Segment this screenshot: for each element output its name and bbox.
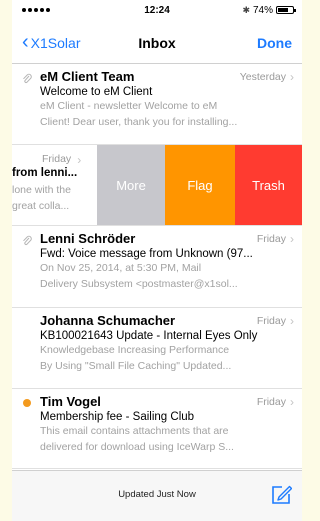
message-row-swiped[interactable]: Friday › from lenni... lone with the gre… xyxy=(12,145,302,226)
message-subject: Fwd: Voice message from Unknown (97... xyxy=(40,248,253,260)
message-preview-line-1: eM Client - newsletter Welcome to eM xyxy=(40,100,218,112)
chevron-right-icon: › xyxy=(290,394,294,409)
message-preview-line-1: On Nov 25, 2014, at 5:30 PM, Mail xyxy=(40,262,202,274)
message-row[interactable]: eM Client Team Yesterday › Welcome to eM… xyxy=(12,64,302,145)
message-preview-line-1: This email contains attachments that are xyxy=(40,425,229,437)
bottom-toolbar: Updated Just Now xyxy=(12,470,302,521)
message-preview-line-2: delivered for download using IceWarp S..… xyxy=(40,441,234,453)
done-button[interactable]: Done xyxy=(257,35,292,51)
message-date: Friday › xyxy=(256,231,294,246)
message-preview-line-1: Knowledgebase Increasing Performance xyxy=(40,344,230,356)
message-content: eM Client Team Yesterday › Welcome to eM… xyxy=(40,69,294,130)
sender-name: Lenni Schröder xyxy=(40,231,136,246)
message-row[interactable]: Tim Vogel Friday › Membership fee - Sail… xyxy=(12,389,302,469)
sender-name: eM Client Team xyxy=(40,69,135,84)
status-time: 12:24 xyxy=(144,4,170,16)
message-content: Lenni Schröder Friday › Fwd: Voice messa… xyxy=(40,231,294,292)
battery-fill xyxy=(278,8,289,12)
message-subject: Welcome to eM Client xyxy=(40,86,153,98)
attachment-icon xyxy=(23,73,32,84)
message-date: Friday › xyxy=(42,153,82,167)
message-preview-line-2: Client! Dear user, thank you for install… xyxy=(40,116,238,128)
sender-name: from lenni... xyxy=(12,167,78,179)
message-preview-line-2: By Using "Small File Caching" Updated... xyxy=(40,360,232,372)
message-subject: Membership fee - Sailing Club xyxy=(40,411,195,423)
battery-icon xyxy=(276,6,296,14)
unread-dot-icon xyxy=(23,399,31,407)
message-list: eM Client Team Yesterday › Welcome to eM… xyxy=(12,64,302,469)
message-preview-line-2: great colla... xyxy=(12,200,70,212)
message-row[interactable]: Johanna Schumacher Friday › KB100021643 … xyxy=(12,308,302,389)
battery-percent: 74% xyxy=(252,4,273,16)
message-row[interactable]: Lenni Schröder Friday › Fwd: Voice messa… xyxy=(12,226,302,308)
bluetooth-icon: ✱ xyxy=(242,4,250,15)
chevron-left-icon: ‹ xyxy=(22,30,29,53)
more-action-button[interactable]: More xyxy=(97,145,165,225)
chevron-right-icon: › xyxy=(290,69,294,84)
message-preview-line-1: lone with the xyxy=(12,184,71,196)
page-title: Inbox xyxy=(138,34,176,51)
status-right: ✱ 74% xyxy=(242,4,296,16)
chevron-right-icon: › xyxy=(77,153,82,167)
swiped-message-content: Friday › from lenni... lone with the gre… xyxy=(12,145,94,225)
message-date: Yesterday › xyxy=(239,69,294,84)
back-button-label: X1Solar xyxy=(30,34,81,51)
status-bar: 12:24 ✱ 74% xyxy=(12,0,302,20)
flag-action-button[interactable]: Flag xyxy=(165,145,235,225)
trash-action-button[interactable]: Trash xyxy=(235,145,302,225)
compose-icon[interactable] xyxy=(270,484,292,506)
sender-name: Tim Vogel xyxy=(40,394,101,409)
chevron-right-icon: › xyxy=(290,231,294,246)
message-preview-line-2: Delivery Subsystem <postmaster@x1sol... xyxy=(40,278,238,290)
message-date: Friday › xyxy=(256,394,294,409)
message-content: Tim Vogel Friday › Membership fee - Sail… xyxy=(40,394,294,455)
sender-name: Johanna Schumacher xyxy=(40,313,176,328)
signal-strength-icon xyxy=(22,8,50,12)
phone-screen: 12:24 ✱ 74% ‹ X1Solar Inbox Done eM Clie… xyxy=(12,0,302,521)
message-subject: KB100021643 Update - Internal Eyes Only xyxy=(40,330,258,342)
navigation-bar: ‹ X1Solar Inbox Done xyxy=(12,22,302,64)
message-date: Friday › xyxy=(256,313,294,328)
back-button[interactable]: ‹ X1Solar xyxy=(22,30,81,53)
attachment-icon xyxy=(23,235,32,246)
chevron-right-icon: › xyxy=(290,313,294,328)
update-status: Updated Just Now xyxy=(118,489,196,500)
message-content: Johanna Schumacher Friday › KB100021643 … xyxy=(40,313,294,374)
